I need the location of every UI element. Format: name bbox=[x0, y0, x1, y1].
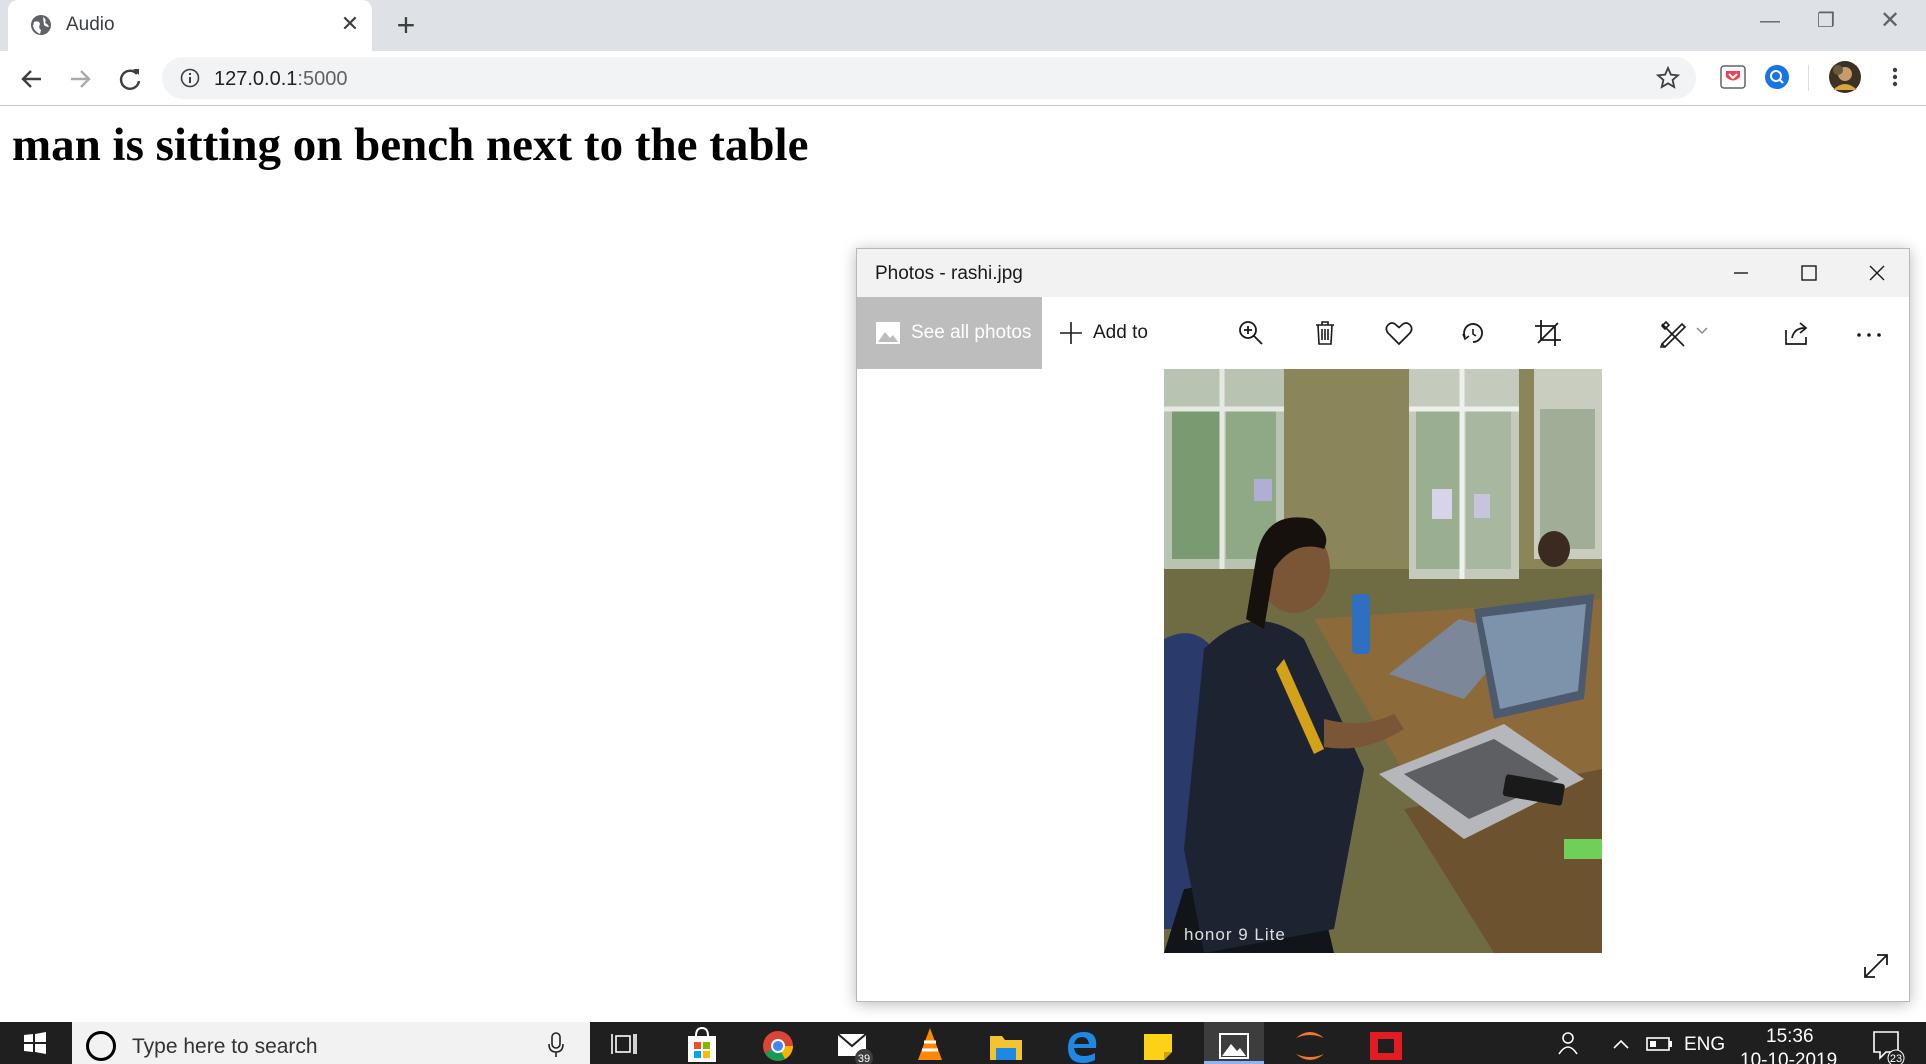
cortana-icon bbox=[86, 1031, 116, 1061]
photos-command-bar: See all photos Add to bbox=[857, 297, 1909, 369]
tab-audio[interactable]: Audio ✕ bbox=[8, 0, 372, 51]
info-icon[interactable] bbox=[180, 68, 200, 88]
photos-maximize-icon[interactable] bbox=[1775, 249, 1843, 297]
image-icon bbox=[876, 322, 900, 344]
people-icon[interactable] bbox=[1550, 1022, 1586, 1064]
add-to-button[interactable]: Add to bbox=[1053, 311, 1163, 355]
close-window-icon[interactable]: ✕ bbox=[1862, 6, 1918, 38]
browser-toolbar: 127.0.0.1:5000 bbox=[0, 51, 1926, 106]
globe-icon bbox=[31, 15, 51, 35]
plus-icon bbox=[1060, 322, 1082, 344]
taskbar: Type here to search 39 ENG 15:36 10-10-2… bbox=[0, 1022, 1926, 1064]
add-to-label: Add to bbox=[1093, 322, 1148, 343]
url-text: 127.0.0.1:5000 bbox=[214, 68, 347, 91]
file-explorer-icon[interactable] bbox=[976, 1022, 1036, 1064]
delete-icon[interactable] bbox=[1309, 317, 1341, 349]
crop-icon[interactable] bbox=[1532, 317, 1564, 349]
camera-watermark: honor 9 Lite bbox=[1184, 925, 1286, 944]
back-icon[interactable] bbox=[14, 61, 50, 97]
photo-illustration bbox=[1164, 369, 1602, 953]
photos-minimize-icon[interactable] bbox=[1707, 249, 1775, 297]
see-all-photos-label: See all photos bbox=[911, 322, 1032, 343]
tab-title: Audio bbox=[66, 14, 115, 35]
url-host: 127.0.0.1 bbox=[214, 68, 298, 90]
chrome-menu-icon[interactable] bbox=[1880, 62, 1910, 92]
photo-viewer[interactable]: honor 9 Lite bbox=[857, 369, 1909, 1001]
task-view-icon[interactable] bbox=[596, 1022, 656, 1064]
battery-icon[interactable] bbox=[1642, 1022, 1676, 1064]
see-all-photos-button[interactable]: See all photos bbox=[857, 297, 1042, 369]
bookmark-star-icon[interactable] bbox=[1656, 66, 1680, 90]
search-extension-icon[interactable] bbox=[1762, 62, 1792, 92]
pocket-extension-icon[interactable] bbox=[1718, 62, 1748, 92]
edit-icon[interactable] bbox=[1657, 317, 1689, 349]
reload-icon[interactable] bbox=[112, 61, 148, 97]
tab-close-icon[interactable]: ✕ bbox=[338, 12, 362, 36]
notification-center-icon[interactable]: 23 bbox=[1864, 1022, 1908, 1064]
photos-window-title: Photos - rashi.jpg bbox=[875, 263, 1023, 284]
profile-avatar[interactable] bbox=[1828, 60, 1862, 94]
page-heading: man is sitting on bench next to the tabl… bbox=[12, 119, 809, 171]
tab-strip: Audio ✕ + — ❐ ✕ bbox=[0, 0, 1926, 51]
mail-badge-count: 39 bbox=[858, 1053, 870, 1064]
photos-window: Photos - rashi.jpg See all photos Add to bbox=[856, 248, 1910, 1002]
photos-close-icon[interactable] bbox=[1843, 249, 1911, 297]
more-icon[interactable] bbox=[1853, 317, 1885, 349]
favorite-icon[interactable] bbox=[1383, 317, 1415, 349]
windows-start-icon[interactable] bbox=[0, 1022, 70, 1064]
toolbar-divider bbox=[1808, 65, 1809, 91]
chevron-up-icon[interactable] bbox=[1606, 1022, 1636, 1064]
clock-time[interactable]: 15:36 bbox=[1766, 1026, 1814, 1048]
sticky-notes-icon[interactable] bbox=[1128, 1022, 1188, 1064]
notification-count: 23 bbox=[1890, 1053, 1902, 1064]
new-tab-button[interactable]: + bbox=[390, 9, 422, 42]
chevron-down-icon[interactable] bbox=[1693, 317, 1711, 349]
photos-titlebar: Photos - rashi.jpg bbox=[857, 249, 1909, 297]
rotate-icon[interactable] bbox=[1457, 317, 1489, 349]
search-placeholder: Type here to search bbox=[132, 1035, 318, 1058]
taskbar-search-box[interactable]: Type here to search bbox=[72, 1022, 590, 1064]
vlc-icon[interactable] bbox=[900, 1022, 960, 1064]
store-icon[interactable] bbox=[672, 1022, 732, 1064]
share-icon[interactable] bbox=[1781, 317, 1813, 349]
zoom-icon[interactable] bbox=[1235, 317, 1267, 349]
clock-date[interactable]: 10-10-2019 bbox=[1740, 1050, 1837, 1064]
edge-icon[interactable] bbox=[1052, 1022, 1112, 1064]
minimize-icon[interactable]: — bbox=[1742, 6, 1798, 38]
mail-icon[interactable]: 39 bbox=[824, 1022, 884, 1064]
video-app-icon[interactable] bbox=[1356, 1022, 1416, 1064]
url-port: :5000 bbox=[297, 68, 348, 90]
chrome-icon[interactable] bbox=[748, 1022, 808, 1064]
jupyter-icon[interactable] bbox=[1280, 1022, 1340, 1064]
microphone-icon[interactable] bbox=[546, 1032, 566, 1058]
forward-icon[interactable] bbox=[62, 61, 98, 97]
restore-icon[interactable]: ❐ bbox=[1798, 6, 1854, 38]
language-indicator[interactable]: ENG bbox=[1684, 1034, 1725, 1056]
fullscreen-icon[interactable] bbox=[1859, 949, 1893, 983]
photos-app-icon[interactable] bbox=[1204, 1022, 1264, 1064]
photo-image[interactable]: honor 9 Lite bbox=[1164, 369, 1602, 953]
address-bar[interactable]: 127.0.0.1:5000 bbox=[162, 57, 1696, 99]
